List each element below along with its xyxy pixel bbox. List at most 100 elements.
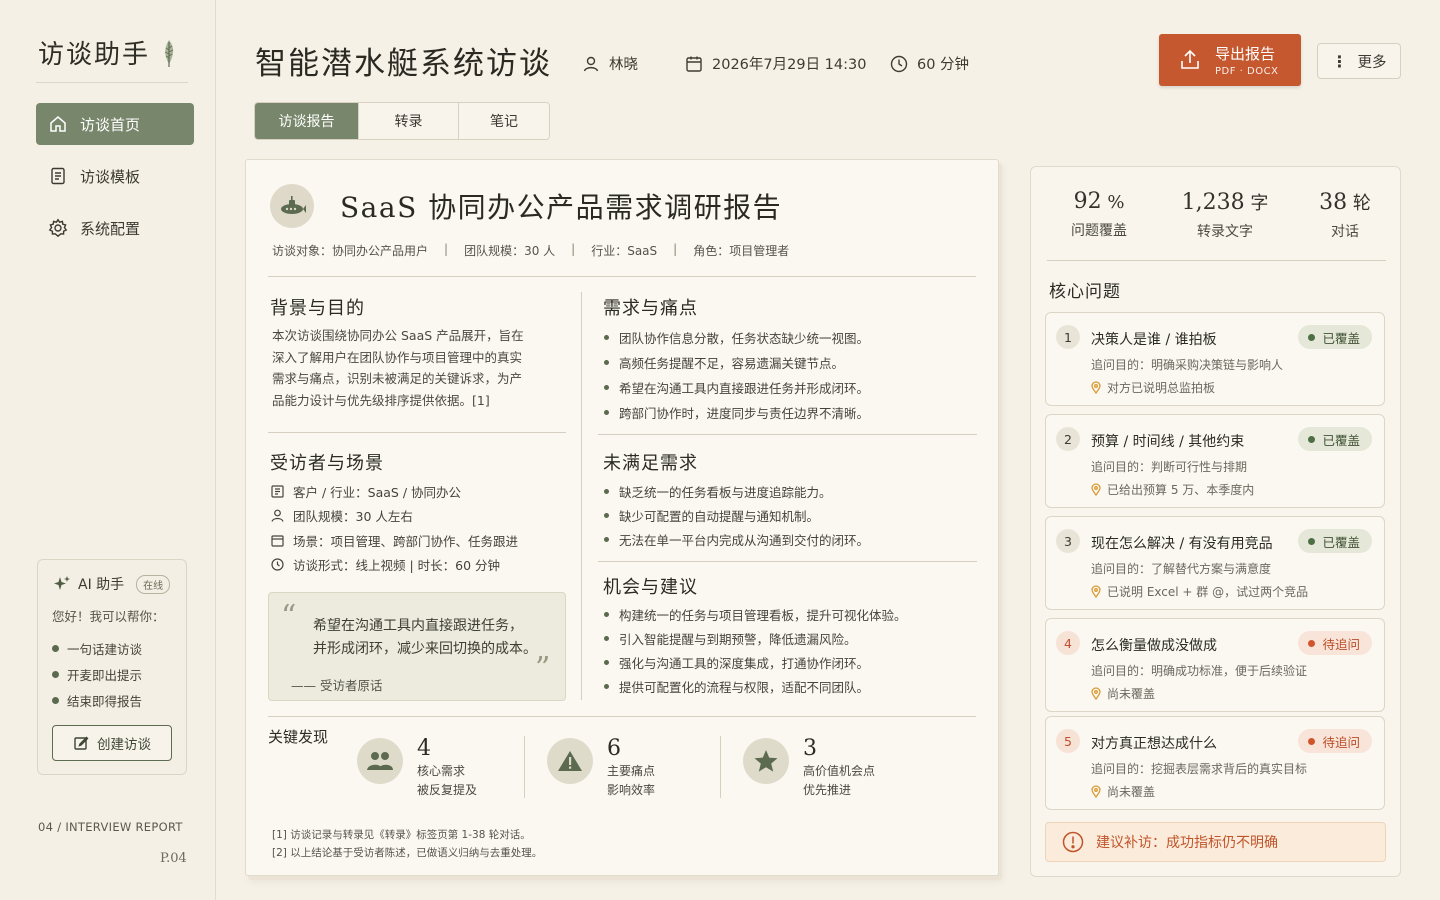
interviewer-meta: 林晓 — [581, 53, 638, 74]
list-item: 提供可配置化的流程与权限，适配不同团队。 — [604, 674, 907, 698]
stat-rounds: 38 轮 对话 — [1319, 190, 1371, 240]
list-item: 无法在单一平台内完成从沟通到交付的闭环。 — [604, 527, 869, 551]
export-report-button[interactable]: 导出报告 PDF · DOCX — [1159, 34, 1301, 86]
calendar-icon — [271, 535, 284, 547]
star-icon — [743, 738, 789, 784]
list-item: 客户 / 行业：SaaS / 协同办公 — [270, 479, 518, 504]
tab-notes[interactable]: 笔记 — [459, 103, 549, 139]
report-title: SaaS 协同办公产品需求调研报告 — [340, 191, 783, 224]
background-text: 本次访谈围绕协同办公 SaaS 产品展开，旨在 深入了解用户在团队协作与项目管理… — [272, 328, 524, 408]
ai-assistant-card: AI 助手 在线 您好！我可以帮你： 一句话建访谈 开麦即出提示 结束即得报告 … — [37, 559, 187, 775]
list-item: 结束即得报告 — [52, 687, 172, 713]
more-button[interactable]: ⋮ 更多 — [1317, 43, 1401, 79]
building-icon — [271, 485, 284, 498]
status-badge: 已覆盖 — [1298, 427, 1372, 451]
divider — [598, 561, 977, 562]
pin-icon — [1091, 483, 1101, 496]
datetime-meta: 2026年7月29日 14:30 — [684, 53, 866, 74]
document-icon — [51, 167, 65, 185]
coverage-panel: 92 % 问题覆盖 1,238 字 转录文字 38 轮 对话 核心问题 1 决策… — [1030, 166, 1401, 877]
online-badge: 在线 — [136, 574, 171, 594]
finding-pain-points: 6 主要痛点 影响效率 — [547, 736, 655, 800]
status-badge: 待追问 — [1298, 631, 1372, 655]
list-item: 开麦即出提示 — [52, 661, 172, 687]
clock-icon — [271, 558, 284, 571]
sidebar-item-label: 访谈首页 — [80, 115, 141, 134]
edit-icon — [74, 736, 89, 750]
follow-up-suggestion[interactable]: 建议补访：成功指标仍不明确 — [1045, 822, 1386, 862]
calendar-icon — [686, 56, 702, 72]
question-card[interactable]: 4 怎么衡量做成没做成 待追问 追问目的：明确成功标准，便于后续验证 尚未覆盖 — [1045, 618, 1385, 712]
list-item: 团队协作信息分散，任务状态缺少统一视图。 — [604, 325, 869, 350]
opportunities-list: 构建统一的任务与项目管理看板，提升可视化体验。 引入智能提醒与到期预警，降低遗漏… — [604, 602, 907, 698]
stat-words: 1,238 字 转录文字 — [1181, 190, 1269, 240]
pin-icon — [1091, 585, 1101, 598]
section-heading: 需求与痛点 — [603, 298, 698, 319]
list-item: 强化与沟通工具的深度集成，打通协作闭环。 — [604, 650, 907, 674]
status-badge: 已覆盖 — [1298, 325, 1372, 349]
question-card[interactable]: 1 决策人是谁 / 谁拍板 已覆盖 追问目的：明确采购决策链与影响人 对方已说明… — [1045, 312, 1385, 406]
page-code: 04 / INTERVIEW REPORT — [38, 820, 183, 834]
divider — [268, 432, 566, 433]
list-item: 高频任务提醒不足，容易遗漏关键节点。 — [604, 350, 869, 375]
list-item: 一句话建访谈 — [52, 635, 172, 661]
footnotes: [1] 访谈记录与转录见《转录》标签页第 1-38 轮对话。 [2] 以上结论基… — [272, 829, 543, 859]
sidebar-item-settings[interactable]: 系统配置 — [36, 207, 194, 249]
status-badge: 已覆盖 — [1298, 529, 1372, 553]
upload-icon — [1181, 49, 1199, 69]
question-card[interactable]: 5 对方真正想达成什么 待追问 追问目的：挖掘表层需求背后的真实目标 尚未覆盖 — [1045, 716, 1385, 810]
kebab-icon: ⋮ — [1331, 51, 1348, 71]
divider — [524, 736, 525, 798]
sidebar-item-label: 系统配置 — [80, 219, 141, 238]
people-icon — [357, 738, 403, 784]
section-heading: 背景与目的 — [270, 298, 365, 319]
list-item: 访谈形式：线上视频 | 时长：60 分钟 — [270, 553, 518, 578]
tab-report[interactable]: 访谈报告 — [255, 103, 359, 139]
create-interview-button[interactable]: 创建访谈 — [52, 725, 172, 761]
divider — [1047, 260, 1386, 261]
divider — [720, 736, 721, 798]
section-heading: 机会与建议 — [603, 577, 698, 598]
interviewee-info: 客户 / 行业：SaaS / 协同办公 团队规模：30 人左右 场景：项目管理、… — [270, 479, 518, 577]
needs-list: 团队协作信息分散，任务状态缺少统一视图。 高频任务提醒不足，容易遗漏关键节点。 … — [604, 325, 869, 425]
home-icon — [50, 116, 66, 132]
sidebar-item-label: 访谈模板 — [80, 167, 141, 186]
app-logo[interactable]: 访谈助手 — [38, 34, 178, 71]
app-name: 访谈助手 — [38, 40, 151, 70]
unmet-list: 缺乏统一的任务看板与进度追踪能力。 缺少可配置的自动提醒与通知机制。 无法在单一… — [604, 479, 869, 551]
sidebar-item-home[interactable]: 访谈首页 — [36, 103, 194, 145]
submarine-icon — [270, 184, 314, 228]
divider — [268, 276, 976, 277]
pin-icon — [1091, 785, 1101, 798]
finding-opportunities: 3 高价值机会点 优先推进 — [743, 736, 875, 800]
report-subtitle: 访谈对象：协同办公产品用户 | 团队规模：30 人 | 行业：SaaS | 角色：项目… — [272, 242, 790, 258]
tab-transcript[interactable]: 转录 — [359, 103, 459, 139]
question-card[interactable]: 3 现在怎么解决 / 有没有用竞品 已覆盖 追问目的：了解替代方案与满意度 已说… — [1045, 516, 1385, 610]
list-item: 引入智能提醒与到期预警，降低遗漏风险。 — [604, 626, 907, 650]
stat-coverage: 92 % 问题覆盖 — [1071, 189, 1127, 239]
page-number: P.04 — [160, 851, 187, 866]
person-icon — [583, 56, 599, 71]
section-heading: 未满足需求 — [603, 453, 698, 474]
sidebar: 访谈助手 访谈首页 访谈模板 系统配置 AI 助手 在线 您好！我可以帮你： 一… — [0, 0, 216, 900]
report-card: SaaS 协同办公产品需求调研报告 访谈对象：协同办公产品用户 | 团队规模：30… — [245, 159, 999, 876]
list-item: 构建统一的任务与项目管理看板，提升可视化体验。 — [604, 602, 907, 626]
feather-icon — [164, 39, 174, 67]
list-item: 希望在沟通工具内直接跟进任务并形成闭环。 — [604, 375, 869, 400]
clock-icon — [890, 55, 908, 72]
list-item: 缺乏统一的任务看板与进度追踪能力。 — [604, 479, 869, 503]
gear-icon — [48, 218, 68, 238]
view-tabs: 访谈报告 转录 笔记 — [254, 102, 550, 140]
list-item: 团队规模：30 人左右 — [270, 504, 518, 529]
ai-capabilities: 一句话建访谈 开麦即出提示 结束即得报告 — [52, 635, 172, 713]
warning-icon — [547, 738, 593, 784]
section-heading: 关键发现 — [268, 728, 329, 746]
question-card[interactable]: 2 预算 / 时间线 / 其他约束 已覆盖 追问目的：判断可行性与排期 已给出预… — [1045, 414, 1385, 508]
logo-divider — [36, 82, 188, 83]
section-heading: 受访者与场景 — [270, 453, 384, 474]
sidebar-item-templates[interactable]: 访谈模板 — [36, 155, 194, 197]
open-quote-icon: “ — [281, 599, 297, 634]
pin-icon — [1091, 381, 1101, 394]
divider — [268, 716, 976, 717]
sidebar-nav: 访谈首页 访谈模板 系统配置 — [36, 103, 194, 259]
